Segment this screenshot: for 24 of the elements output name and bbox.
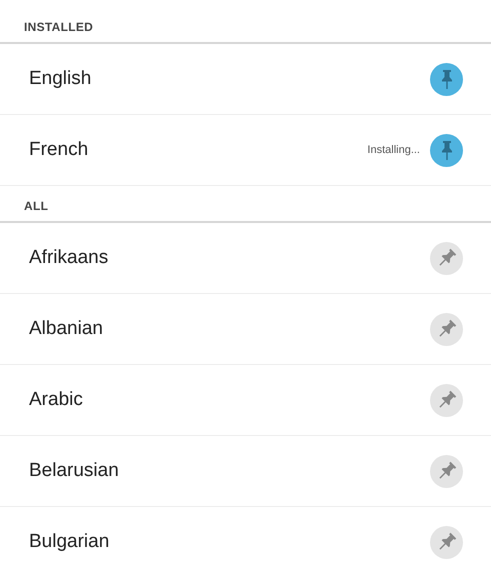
language-name: Afrikaans — [29, 247, 110, 269]
status-text: Installing... — [367, 144, 420, 156]
pin-button[interactable] — [430, 454, 463, 488]
pin-button[interactable] — [430, 526, 463, 558]
pushpin-icon — [440, 69, 452, 89]
section-header: INSTALLED — [24, 20, 94, 34]
language-name: English — [29, 68, 92, 90]
pushpin-icon — [440, 140, 452, 160]
language-name: Bulgarian — [29, 531, 110, 553]
pin-button[interactable] — [430, 242, 463, 274]
section-header: ALL — [24, 199, 48, 213]
language-name: French — [29, 139, 90, 161]
pushpin-icon — [436, 461, 456, 481]
language-name: Albanian — [29, 318, 104, 340]
pin-button[interactable] — [430, 384, 463, 416]
pushpin-icon — [436, 248, 456, 268]
language-name: Arabic — [29, 389, 84, 411]
pushpin-icon — [436, 319, 456, 339]
pushpin-icon — [436, 390, 456, 410]
language-name: Belarusian — [29, 460, 120, 482]
pushpin-icon — [436, 532, 456, 552]
pin-button[interactable] — [430, 312, 463, 346]
pin-button[interactable] — [430, 62, 463, 96]
pin-button[interactable] — [430, 134, 463, 166]
